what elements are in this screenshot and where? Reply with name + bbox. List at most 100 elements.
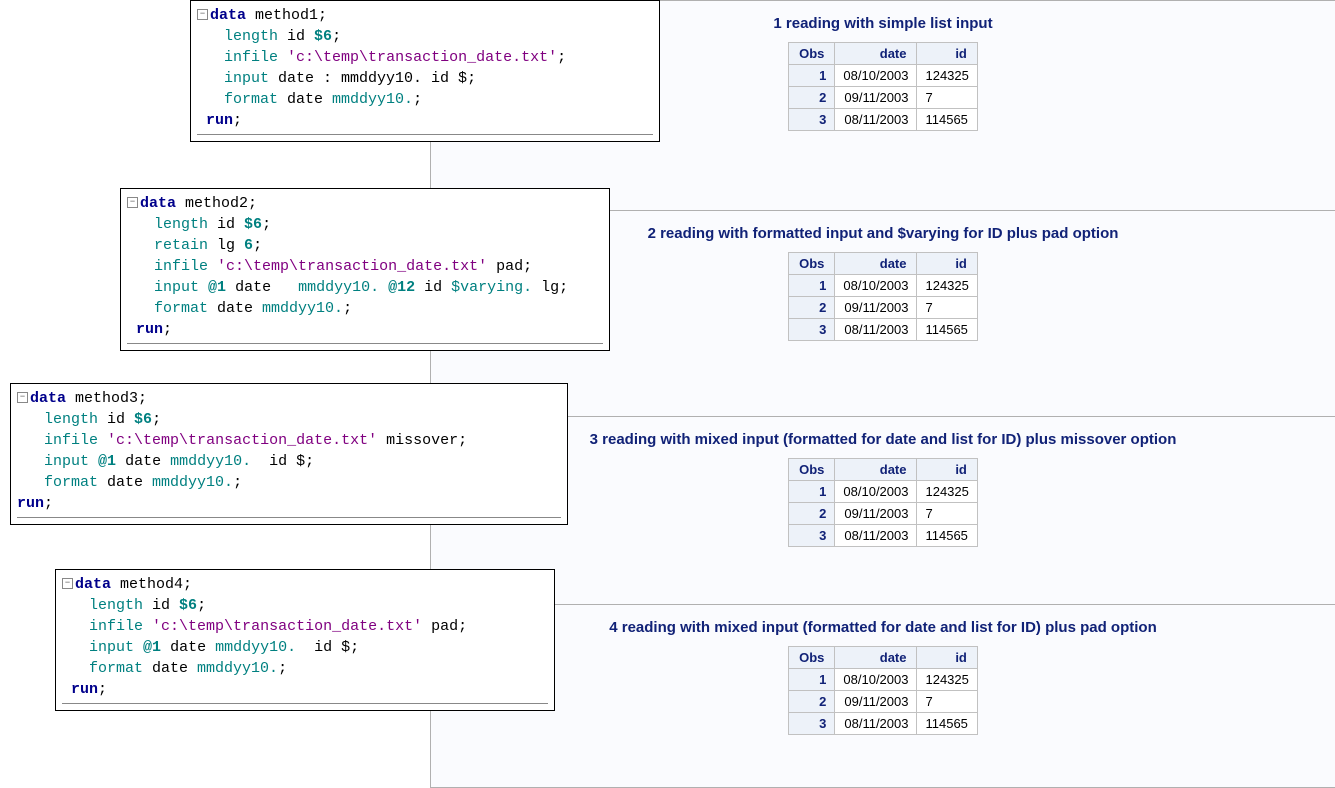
table-row: 209/11/20037 bbox=[789, 87, 978, 109]
column-header: Obs bbox=[789, 459, 835, 481]
table-cell: 124325 bbox=[917, 65, 977, 87]
table-cell: 7 bbox=[917, 297, 977, 319]
table-cell: 114565 bbox=[917, 319, 977, 341]
code-line: run; bbox=[127, 319, 603, 340]
code-line: data method3; bbox=[17, 388, 561, 409]
table-row: 209/11/20037 bbox=[789, 691, 978, 713]
output-table: Obsdateid108/10/2003124325209/11/2003730… bbox=[788, 252, 978, 341]
table-cell: 08/10/2003 bbox=[835, 65, 917, 87]
code-line: length id $6; bbox=[17, 409, 561, 430]
table-cell: 09/11/2003 bbox=[835, 503, 917, 525]
table-row: 308/11/2003114565 bbox=[789, 525, 978, 547]
code-line: input @1 date mmddyy10. id $; bbox=[62, 637, 548, 658]
table-row: 108/10/2003124325 bbox=[789, 275, 978, 297]
code-line: retain lg 6; bbox=[127, 235, 603, 256]
code-line: data method1; bbox=[197, 5, 653, 26]
table-row: 108/10/2003124325 bbox=[789, 65, 978, 87]
table-cell: 08/11/2003 bbox=[835, 713, 917, 735]
code-line: infile 'c:\temp\transaction_date.txt' pa… bbox=[62, 616, 548, 637]
code-line: format date mmddyy10.; bbox=[17, 472, 561, 493]
code-line: run; bbox=[197, 110, 653, 131]
code-line: run; bbox=[17, 493, 561, 514]
table-cell: 7 bbox=[917, 691, 977, 713]
column-header: Obs bbox=[789, 647, 835, 669]
column-header: id bbox=[917, 253, 977, 275]
table-cell: 2 bbox=[789, 503, 835, 525]
page-container: data method1; length id $6; infile 'c:\t… bbox=[0, 0, 1335, 788]
table-row: 108/10/2003124325 bbox=[789, 481, 978, 503]
column-header: date bbox=[835, 647, 917, 669]
column-header: id bbox=[917, 43, 977, 65]
column-header: date bbox=[835, 253, 917, 275]
collapse-icon[interactable] bbox=[17, 392, 28, 403]
table-row: 308/11/2003114565 bbox=[789, 109, 978, 131]
result-title: 3 reading with mixed input (formatted fo… bbox=[441, 427, 1325, 458]
table-cell: 124325 bbox=[917, 481, 977, 503]
table-cell: 1 bbox=[789, 275, 835, 297]
column-header: Obs bbox=[789, 43, 835, 65]
table-cell: 1 bbox=[789, 669, 835, 691]
code-line: format date mmddyy10.; bbox=[62, 658, 548, 679]
table-cell: 1 bbox=[789, 481, 835, 503]
code-box-1: data method1; length id $6; infile 'c:\t… bbox=[190, 0, 660, 142]
column-header: Obs bbox=[789, 253, 835, 275]
code-line: input @1 date mmddyy10. id $; bbox=[17, 451, 561, 472]
code-line: length id $6; bbox=[197, 26, 653, 47]
table-row: 308/11/2003114565 bbox=[789, 319, 978, 341]
table-cell: 1 bbox=[789, 65, 835, 87]
table-cell: 2 bbox=[789, 691, 835, 713]
table-cell: 3 bbox=[789, 525, 835, 547]
table-cell: 3 bbox=[789, 713, 835, 735]
table-row: 108/10/2003124325 bbox=[789, 669, 978, 691]
table-cell: 3 bbox=[789, 319, 835, 341]
code-line: infile 'c:\temp\transaction_date.txt'; bbox=[197, 47, 653, 68]
table-cell: 08/10/2003 bbox=[835, 669, 917, 691]
code-column: data method1; length id $6; infile 'c:\t… bbox=[0, 0, 430, 788]
code-line: infile 'c:\temp\transaction_date.txt' mi… bbox=[17, 430, 561, 451]
table-cell: 2 bbox=[789, 297, 835, 319]
collapse-icon[interactable] bbox=[62, 578, 73, 589]
table-cell: 09/11/2003 bbox=[835, 297, 917, 319]
code-line: input date : mmddyy10. id $; bbox=[197, 68, 653, 89]
table-cell: 08/10/2003 bbox=[835, 481, 917, 503]
code-line: format date mmddyy10.; bbox=[197, 89, 653, 110]
output-table: Obsdateid108/10/2003124325209/11/2003730… bbox=[788, 646, 978, 735]
column-header: id bbox=[917, 647, 977, 669]
column-header: id bbox=[917, 459, 977, 481]
table-cell: 08/11/2003 bbox=[835, 109, 917, 131]
table-cell: 08/11/2003 bbox=[835, 319, 917, 341]
result-title: 4 reading with mixed input (formatted fo… bbox=[441, 615, 1325, 646]
table-cell: 08/11/2003 bbox=[835, 525, 917, 547]
table-row: 209/11/20037 bbox=[789, 297, 978, 319]
table-cell: 08/10/2003 bbox=[835, 275, 917, 297]
table-cell: 3 bbox=[789, 109, 835, 131]
table-cell: 124325 bbox=[917, 275, 977, 297]
table-cell: 7 bbox=[917, 87, 977, 109]
code-box-3: data method3; length id $6; infile 'c:\t… bbox=[10, 383, 568, 525]
code-line: data method2; bbox=[127, 193, 603, 214]
column-header: date bbox=[835, 43, 917, 65]
code-line: infile 'c:\temp\transaction_date.txt' pa… bbox=[127, 256, 603, 277]
code-line: length id $6; bbox=[62, 595, 548, 616]
code-box-4: data method4; length id $6; infile 'c:\t… bbox=[55, 569, 555, 711]
table-row: 209/11/20037 bbox=[789, 503, 978, 525]
column-header: date bbox=[835, 459, 917, 481]
result-block-4: 4 reading with mixed input (formatted fo… bbox=[431, 605, 1335, 788]
code-box-2: data method2; length id $6; retain lg 6;… bbox=[120, 188, 610, 351]
table-cell: 114565 bbox=[917, 109, 977, 131]
collapse-icon[interactable] bbox=[197, 9, 208, 20]
code-line: input @1 date mmddyy10. @12 id $varying.… bbox=[127, 277, 603, 298]
code-line: data method4; bbox=[62, 574, 548, 595]
table-cell: 09/11/2003 bbox=[835, 87, 917, 109]
table-cell: 114565 bbox=[917, 525, 977, 547]
table-cell: 114565 bbox=[917, 713, 977, 735]
code-line: run; bbox=[62, 679, 548, 700]
output-table: Obsdateid108/10/2003124325209/11/2003730… bbox=[788, 458, 978, 547]
table-cell: 2 bbox=[789, 87, 835, 109]
table-cell: 124325 bbox=[917, 669, 977, 691]
code-line: length id $6; bbox=[127, 214, 603, 235]
table-cell: 09/11/2003 bbox=[835, 691, 917, 713]
output-table: Obsdateid108/10/2003124325209/11/2003730… bbox=[788, 42, 978, 131]
collapse-icon[interactable] bbox=[127, 197, 138, 208]
table-cell: 7 bbox=[917, 503, 977, 525]
